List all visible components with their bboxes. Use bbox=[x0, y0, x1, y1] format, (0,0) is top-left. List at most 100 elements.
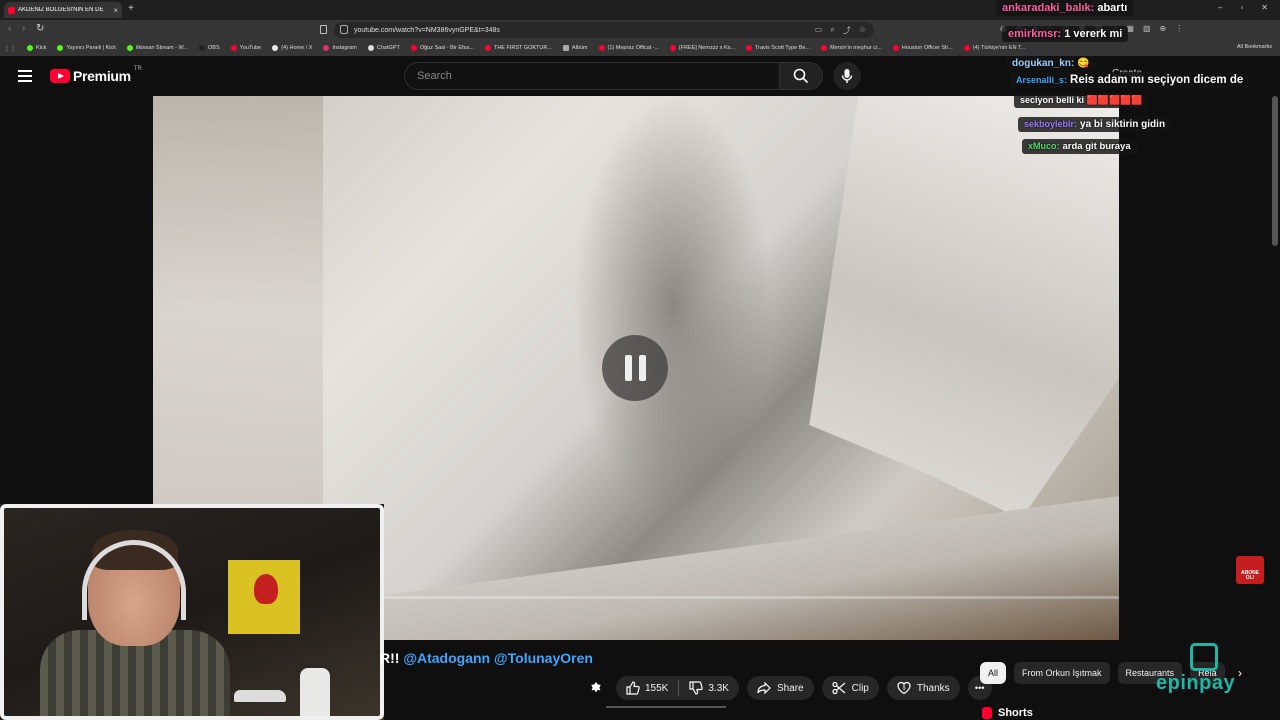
clip-label: Clip bbox=[851, 682, 869, 694]
share-label: Share bbox=[776, 682, 804, 694]
chips-next-chevron-icon[interactable]: › bbox=[1238, 666, 1242, 680]
bookmark-favicon-icon bbox=[57, 45, 64, 51]
bookmark-favicon-icon bbox=[484, 45, 491, 51]
like-count: 155K bbox=[645, 682, 669, 694]
back-button[interactable]: ‹ bbox=[8, 23, 11, 34]
video-title-text: R!! bbox=[380, 650, 404, 666]
bookmark-favicon-icon bbox=[598, 45, 605, 51]
thanks-button[interactable]: $ Thanks bbox=[886, 676, 960, 700]
bookmark-item[interactable]: YouTube bbox=[230, 45, 261, 51]
video-frame-shadow bbox=[573, 96, 773, 516]
chat-message: ankaradaki_balık: abartı bbox=[996, 0, 1134, 16]
star-icon[interactable]: ☆ bbox=[859, 25, 866, 36]
search-placeholder: Search bbox=[417, 70, 452, 82]
chat-message: dogukan_kn: 😋 bbox=[1006, 56, 1096, 71]
shorts-header: Shorts bbox=[982, 707, 1033, 719]
chat-message: sekboyleblr: ya bi siktirin gidin bbox=[1018, 117, 1172, 132]
brand-name: Premium bbox=[73, 68, 131, 84]
reload-button[interactable]: ↻ bbox=[36, 23, 44, 34]
share-page-icon[interactable]: ⤴ bbox=[843, 25, 851, 36]
sponsor-badge-icon[interactable] bbox=[584, 676, 608, 700]
bookmark-item[interactable]: Travis Scott Type Be... bbox=[746, 45, 810, 51]
scissors-icon bbox=[832, 681, 846, 695]
subscribe-sticker: ABONE OL! bbox=[1236, 556, 1264, 584]
video-frame-rail bbox=[373, 496, 1119, 640]
dislike-button[interactable]: 3.3K bbox=[679, 676, 739, 700]
bookmark-item[interactable]: ilkinsan Stream - W... bbox=[127, 45, 188, 51]
stream-chat-overlay: ankaradaki_balık: abartı emirkmsr: 1 verer… bbox=[992, 0, 1280, 170]
pause-icon[interactable] bbox=[602, 335, 668, 401]
video-title-mentions[interactable]: @Atadogann @TolunayOren bbox=[403, 650, 593, 666]
country-code: TR bbox=[133, 66, 142, 72]
bookmark-item[interactable]: OBS bbox=[199, 45, 220, 51]
dislike-count: 3.3K bbox=[708, 682, 729, 694]
page-scrollbar[interactable] bbox=[1272, 96, 1278, 246]
browser-tab[interactable]: AKDENİZ BÖLGESİ'NİN EN DE × bbox=[4, 2, 122, 18]
bookmark-item[interactable]: ChatGPT bbox=[367, 45, 400, 51]
bookmark-favicon-icon bbox=[27, 45, 33, 51]
bookmark-item[interactable]: (4) Home / X bbox=[272, 45, 312, 51]
bookmark-item[interactable]: [FREE] Nemzzz x Ks... bbox=[670, 45, 735, 51]
share-icon bbox=[757, 682, 771, 694]
bottle bbox=[300, 668, 330, 720]
search-button[interactable] bbox=[779, 62, 823, 90]
chip-all[interactable]: All bbox=[980, 662, 1007, 684]
bookmark-item[interactable]: Kick bbox=[27, 45, 46, 51]
toy-car bbox=[234, 690, 286, 702]
video-actions: 155K 3.3K Share Clip $ Thanks ••• bbox=[584, 676, 992, 700]
share-button[interactable]: Share bbox=[746, 676, 814, 700]
epinpay-logo: epinpay bbox=[1156, 672, 1236, 694]
bookmark-item[interactable]: Oğuz Sasi - Bir Efsa... bbox=[410, 45, 474, 51]
clip-button[interactable]: Clip bbox=[821, 676, 879, 700]
thanks-label: Thanks bbox=[916, 682, 950, 694]
chat-message: xMuco: arda git buraya bbox=[1022, 139, 1137, 154]
new-tab-button[interactable]: + bbox=[128, 3, 134, 14]
bookmark-page-icon[interactable] bbox=[320, 25, 327, 34]
thumbs-up-icon bbox=[626, 681, 640, 695]
bookmark-favicon-icon bbox=[963, 45, 970, 51]
hamburger-menu-icon[interactable] bbox=[18, 70, 32, 82]
cast-icon[interactable]: ▭ bbox=[815, 25, 823, 36]
svg-text:$: $ bbox=[902, 686, 905, 692]
bookmark-favicon-icon bbox=[230, 45, 237, 51]
site-info-icon[interactable] bbox=[340, 25, 348, 34]
shorts-icon bbox=[982, 707, 992, 719]
bookmark-favicon-icon bbox=[670, 45, 677, 51]
chip-from-orkun[interactable]: From Orkun Işıtmak bbox=[1014, 662, 1110, 684]
thanks-heart-icon: $ bbox=[897, 681, 911, 695]
address-bar[interactable]: youtube.com/watch?v=NM386vynGPE&t=348s ▭… bbox=[334, 22, 874, 38]
chat-message: Arsenalli_s: Reis adam mı seçiyon dicem d… bbox=[1010, 72, 1250, 88]
voice-search-button[interactable] bbox=[833, 62, 861, 90]
like-button[interactable]: 155K bbox=[616, 676, 678, 700]
bookmark-favicon-icon bbox=[272, 45, 279, 51]
microphone-icon bbox=[841, 69, 853, 83]
bookmark-item[interactable]: Yayıncı Paneli | Kick bbox=[57, 45, 116, 51]
divider bbox=[606, 706, 726, 708]
tab-close-icon[interactable]: × bbox=[113, 6, 118, 15]
youtube-premium-logo[interactable]: Premium TR bbox=[50, 66, 142, 84]
folder-icon bbox=[562, 45, 569, 51]
apps-icon[interactable]: ⋮⋮ bbox=[4, 45, 16, 52]
bookmark-item[interactable]: THE FIRST GOKTUR... bbox=[484, 45, 552, 51]
bookmark-favicon-icon bbox=[367, 45, 374, 51]
bookmark-folder[interactable]: Albüm bbox=[562, 45, 588, 51]
bookmark-item[interactable]: Mersin'in meşhur ci... bbox=[821, 45, 882, 51]
thumbs-down-icon bbox=[689, 681, 704, 695]
omnibox-icons: ▭ ⌕ ⤴ ☆ bbox=[815, 25, 866, 36]
bookmark-item[interactable]: (1) Mepraz Offical -... bbox=[598, 45, 659, 51]
bookmark-favicon-icon bbox=[323, 45, 330, 51]
bookmark-favicon-icon bbox=[127, 45, 134, 51]
zoom-icon[interactable]: ⌕ bbox=[830, 25, 834, 36]
chat-message: seciyon belli ki 🟥🟥🟥🟥🟥 bbox=[1014, 93, 1149, 108]
bookmark-favicon-icon bbox=[199, 45, 205, 51]
video-title: R!! @Atadogann @TolunayOren bbox=[380, 650, 593, 666]
like-dislike-group: 155K 3.3K bbox=[616, 676, 739, 700]
bookmark-item[interactable]: Houston Officer Sh... bbox=[892, 45, 953, 51]
search-icon bbox=[793, 68, 809, 84]
bookmark-favicon-icon bbox=[892, 45, 899, 51]
bookmark-item[interactable]: Instagram bbox=[323, 45, 357, 51]
epinpay-logo-mark-icon bbox=[1190, 643, 1218, 671]
search-input[interactable]: Search bbox=[404, 62, 780, 90]
spiderman-poster bbox=[228, 560, 300, 634]
forward-button[interactable]: › bbox=[22, 23, 25, 34]
